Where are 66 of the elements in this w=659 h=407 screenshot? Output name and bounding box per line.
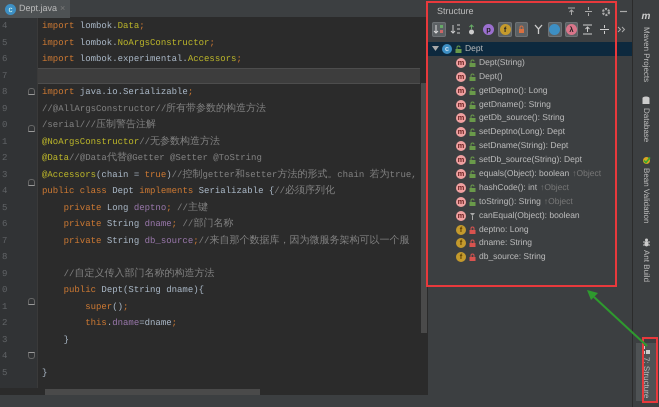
code-line: public Dept(String dname){ [62,284,204,297]
lock-icon[interactable] [514,22,528,36]
code-line: //自定义传入部门名称的构造方法 [62,266,214,282]
code-line: public class Dept implements Serializable {//必须序列化 [42,184,336,199]
fold-marker-icon[interactable] [28,88,35,95]
code-line: } [62,334,70,346]
unlock-icon [469,86,476,95]
inherited-from-label: ↑Object [544,194,573,208]
editor-tab[interactable]: c Dept.java × [0,0,70,18]
code-line: import lombok.experimental.Accessors; [42,53,242,66]
unlock-icon [455,44,462,53]
side-tab[interactable]: m Maven Projects [636,6,656,86]
lock-icon [469,226,476,234]
unlock-icon [469,72,476,81]
unlock-icon [469,114,476,122]
fold-marker-icon[interactable] [28,125,35,132]
expand-all-icon[interactable] [584,7,593,16]
fold-marker-icon[interactable] [28,178,35,186]
code-line: } [42,366,48,380]
code-line: import lombok.NoArgsConstructor; [42,36,215,50]
code-line: import java.io.Serializable; [42,86,194,99]
lock-icon [469,239,476,248]
unlock-icon [469,100,476,108]
sort-icon[interactable] [432,22,446,36]
check-icon [642,156,650,166]
unlock-icon [469,170,476,178]
code-line: private Long deptno; //主键 [62,200,208,216]
unlock-icon [469,128,476,136]
code-line: super(); [84,300,128,314]
code-line: //@AllArgsConstructor//所有带参数的构造方法 [42,102,266,116]
annotation-arrow [587,290,648,347]
highlight-frame [642,337,658,403]
inherited-from-label: ↑Object [540,180,569,194]
side-tab[interactable]: Ant Build [636,234,656,285]
code-line: @NoArgsConstructor//无参数构造方法 [42,134,220,150]
database-icon [642,96,650,106]
inherited-from-label: ↑Object [572,167,602,180]
fold-marker-icon[interactable] [28,298,35,305]
expand-icon[interactable] [581,22,595,36]
unlock-icon [469,142,476,150]
pin-icon [469,212,476,220]
class-icon: c [5,4,16,14]
panel-title: Structure [437,4,474,18]
unlock-icon [469,184,476,192]
code-line: this.dname=dname; [84,317,178,330]
structure-icon [642,346,650,354]
code-line: import lombok.Data; [42,20,145,33]
code-line: private String dname; //部门名称 [62,216,234,232]
side-tab[interactable]: Bean Validation [636,153,656,227]
fold-marker-icon[interactable] [28,352,35,358]
scrollbar-thumb[interactable] [45,388,260,395]
maven-icon: m [642,9,650,24]
code-line: @Accessors(chain = true)//控制getter和setter方法的形式。chain 若为true, [42,168,417,182]
unlock-icon [469,198,476,206]
sort-alpha-icon[interactable] [448,22,462,36]
side-tab[interactable]: Database [636,93,656,146]
code-line: private String db_source;//来自那个数据库，因为微服务架构可以一个服 [62,234,410,248]
unlock-icon [469,156,476,164]
code-line: /serial///压制警告注解 [42,118,156,133]
ant-icon [642,238,650,247]
lock-icon [469,253,476,262]
filter-toggle[interactable] [548,22,562,36]
code-line: @Data//@Data代替@Getter @Setter @ToString [42,150,262,166]
unlock-icon [469,58,476,67]
settings-icon[interactable] [601,6,611,16]
collapse-all-icon[interactable] [567,7,576,16]
